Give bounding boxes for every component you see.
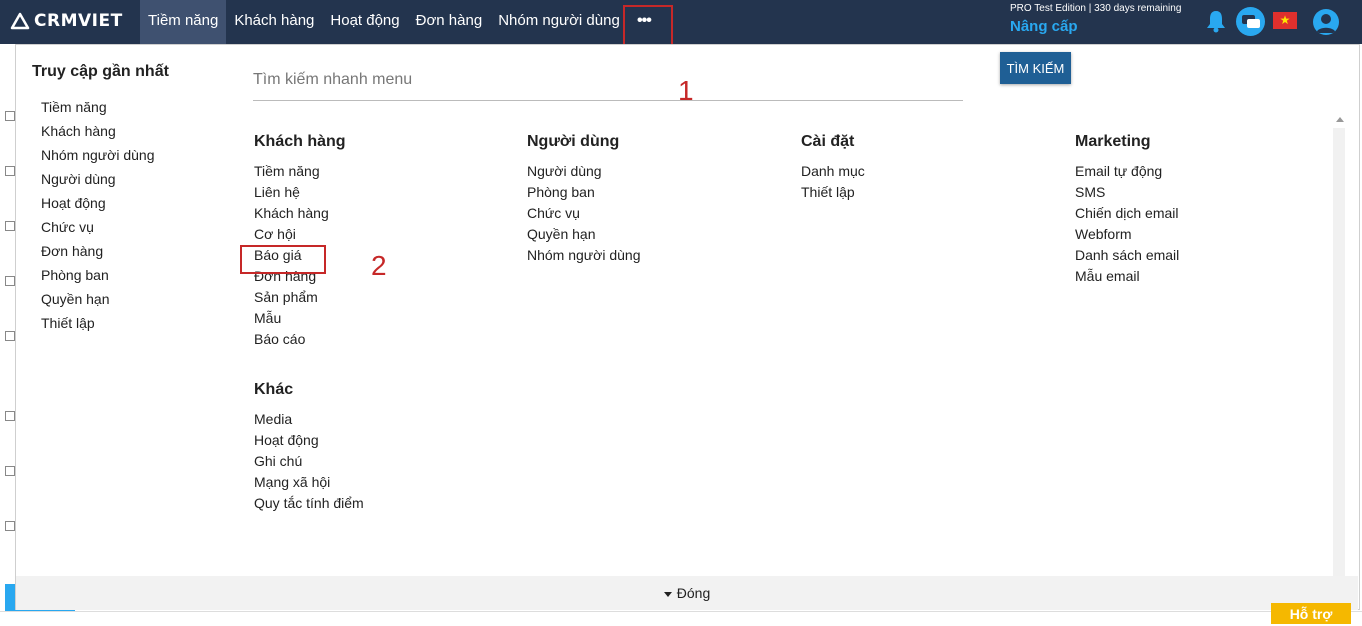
menu-item-danh-sach-email[interactable]: Danh sách email: [1075, 246, 1179, 267]
bell-icon[interactable]: [1205, 9, 1227, 38]
menu-item-thiet-lap[interactable]: Thiết lập: [801, 183, 865, 204]
menu-item-bao-cao[interactable]: Báo cáo: [254, 330, 346, 351]
menu-group-khac: Khác Media Hoạt động Ghi chú Mạng xã hội…: [254, 378, 364, 515]
recent-item[interactable]: Hoạt động: [41, 193, 155, 217]
nav-hoat-dong[interactable]: Hoạt động: [322, 0, 407, 44]
search-button[interactable]: TÌM KIẾM: [1000, 52, 1071, 84]
recent-item[interactable]: Chức vụ: [41, 217, 155, 241]
nav-nhom-nguoi-dung[interactable]: Nhóm người dùng: [490, 0, 628, 44]
vietnam-flag-icon[interactable]: ★: [1273, 12, 1297, 29]
row-checkbox[interactable]: [5, 521, 15, 531]
recent-item[interactable]: Nhóm người dùng: [41, 145, 155, 169]
menu-group-title: Người dùng: [527, 133, 620, 150]
row-checkbox[interactable]: [5, 111, 15, 121]
annotation-box-bao-gia: [240, 245, 326, 274]
menu-item-san-pham[interactable]: Sản phẩm: [254, 288, 346, 309]
recent-item[interactable]: Đơn hàng: [41, 241, 155, 265]
menu-group-title: Khách hàng: [254, 133, 346, 150]
menu-group-nguoi-dung: Người dùng Người dùng Phòng ban Chức vụ …: [527, 130, 641, 267]
chat-icon[interactable]: [1236, 7, 1265, 36]
mega-menu-panel: [15, 44, 1360, 610]
recent-item[interactable]: Khách hàng: [41, 121, 155, 145]
menu-group-cai-dat: Cài đặt Danh mục Thiết lập: [801, 130, 865, 204]
annotation-number-2: 2: [371, 250, 387, 281]
user-avatar-icon[interactable]: [1313, 9, 1339, 35]
row-checkbox[interactable]: [5, 166, 15, 176]
menu-search-input[interactable]: [253, 60, 963, 101]
close-menu-button[interactable]: Đóng: [16, 576, 1358, 610]
menu-item-phong-ban[interactable]: Phòng ban: [527, 183, 641, 204]
menu-item-quy-tac-tinh-diem[interactable]: Quy tắc tính điểm: [254, 494, 364, 515]
row-checkbox[interactable]: [5, 276, 15, 286]
recent-item[interactable]: Quyền hạn: [41, 289, 155, 313]
help-button[interactable]: Hỗ trợ: [1271, 603, 1351, 624]
menu-item-khach-hang[interactable]: Khách hàng: [254, 204, 346, 225]
menu-group-title: Khác: [254, 381, 294, 398]
scroll-up-arrow-icon[interactable]: [1336, 117, 1344, 122]
crmviet-logo[interactable]: CRMVIET: [10, 10, 123, 32]
menu-item-webform[interactable]: Webform: [1075, 225, 1179, 246]
close-label: Đóng: [676, 585, 711, 601]
menu-item-nguoi-dung[interactable]: Người dùng: [527, 162, 641, 183]
menu-item-nhom-nguoi-dung[interactable]: Nhóm người dùng: [527, 246, 641, 267]
flag-star: ★: [1279, 13, 1291, 27]
row-checkbox[interactable]: [5, 411, 15, 421]
recent-item[interactable]: Người dùng: [41, 169, 155, 193]
annotation-number-1: 1: [678, 75, 694, 106]
menu-group-title: Cài đặt: [801, 133, 855, 150]
menu-item-sms[interactable]: SMS: [1075, 183, 1179, 204]
menu-item-chien-dich-email[interactable]: Chiến dịch email: [1075, 204, 1179, 225]
menu-item-mau[interactable]: Mẫu: [254, 309, 346, 330]
menu-group-khach-hang: Khách hàng Tiềm năng Liên hệ Khách hàng …: [254, 130, 346, 351]
recent-item[interactable]: Tiềm năng: [41, 97, 155, 121]
nav-khach-hang[interactable]: Khách hàng: [226, 0, 322, 44]
annotation-box-more: [623, 5, 673, 46]
nav-don-hang[interactable]: Đơn hàng: [408, 0, 491, 44]
menu-item-mang-xa-hoi[interactable]: Mạng xã hội: [254, 473, 364, 494]
menu-item-mau-email[interactable]: Mẫu email: [1075, 267, 1179, 288]
menu-item-lien-he[interactable]: Liên hệ: [254, 183, 346, 204]
recent-item[interactable]: Phòng ban: [41, 265, 155, 289]
recent-access-title: Truy cập gần nhất: [32, 63, 169, 80]
menu-item-media[interactable]: Media: [254, 410, 364, 431]
menu-item-email-tu-dong[interactable]: Email tự động: [1075, 162, 1179, 183]
row-checkbox[interactable]: [5, 221, 15, 231]
menu-item-tiem-nang[interactable]: Tiềm năng: [254, 162, 346, 183]
menu-item-ghi-chu[interactable]: Ghi chú: [254, 452, 364, 473]
menu-item-quyen-han[interactable]: Quyền hạn: [527, 225, 641, 246]
main-nav: Tiềm năng Khách hàng Hoạt động Đơn hàng …: [140, 0, 628, 44]
upgrade-link[interactable]: Nâng cấp: [1010, 18, 1078, 35]
menu-group-marketing: Marketing Email tự động SMS Chiến dịch e…: [1075, 130, 1179, 288]
recent-item[interactable]: Thiết lập: [41, 313, 155, 337]
scrollbar-track[interactable]: [1333, 128, 1345, 576]
menu-item-co-hoi[interactable]: Cơ hội: [254, 225, 346, 246]
edition-info: PRO Test Edition | 330 days remaining: [1010, 3, 1182, 14]
row-checkbox[interactable]: [5, 466, 15, 476]
menu-item-chuc-vu[interactable]: Chức vụ: [527, 204, 641, 225]
caret-down-icon: [663, 591, 672, 597]
menu-group-title: Marketing: [1075, 133, 1151, 150]
logo-icon: [10, 12, 30, 30]
menu-item-hoat-dong[interactable]: Hoạt động: [254, 431, 364, 452]
nav-tiem-nang[interactable]: Tiềm năng: [140, 0, 227, 44]
recent-access-list: Tiềm năng Khách hàng Nhóm người dùng Ngư…: [41, 97, 155, 337]
background-bottom-bar: [0, 611, 1362, 625]
row-checkbox[interactable]: [5, 331, 15, 341]
menu-item-danh-muc[interactable]: Danh mục: [801, 162, 865, 183]
logo-text: CRMVIET: [34, 11, 123, 31]
